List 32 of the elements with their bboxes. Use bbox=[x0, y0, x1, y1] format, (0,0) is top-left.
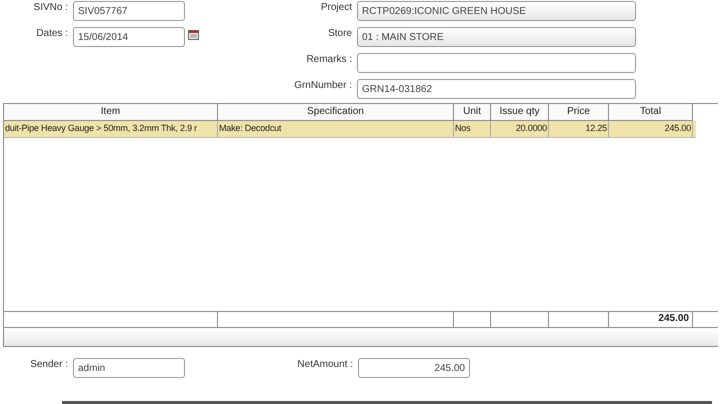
column-header[interactable]: Total bbox=[609, 104, 693, 121]
field-label: Remarks : bbox=[305, 54, 353, 65]
select-field[interactable]: 01 : MAIN STORE bbox=[357, 27, 636, 47]
field-label: Store bbox=[327, 28, 353, 39]
column-header[interactable]: Issue qty bbox=[491, 104, 549, 121]
text-field[interactable]: 245.00 bbox=[358, 358, 470, 378]
column-header[interactable]: Specification bbox=[218, 104, 454, 121]
total-cell: 245.00 bbox=[609, 312, 693, 327]
table-cell: duit-Pipe Heavy Gauge > 50mm, 3.2mm Thk, 2.9 r bbox=[4, 121, 218, 137]
select-field[interactable]: RCTP0269:ICONIC GREEN HOUSE bbox=[357, 1, 636, 21]
scrollbar[interactable] bbox=[62, 401, 712, 404]
field-label: SIVNo : bbox=[32, 2, 69, 13]
field-label: Sender : bbox=[29, 359, 69, 370]
column-header[interactable]: Item bbox=[4, 104, 218, 121]
text-field[interactable]: 15/06/2014 bbox=[73, 27, 185, 47]
table-cell: Make: Decodcut bbox=[218, 121, 454, 137]
text-field[interactable] bbox=[357, 53, 636, 73]
table-row[interactable]: duit-Pipe Heavy Gauge > 50mm, 3.2mm Thk, 2.9 r Make: Decodcut Nos 20.0000 12.25 245.00 bbox=[4, 121, 696, 138]
table-cell: 12.25 bbox=[549, 121, 609, 137]
field-label: Project bbox=[320, 2, 353, 13]
table-cell: Nos bbox=[454, 121, 491, 137]
text-field[interactable]: admin bbox=[73, 358, 185, 378]
text-field[interactable]: SIV057767 bbox=[73, 1, 185, 21]
column-header[interactable]: Price bbox=[549, 104, 609, 121]
column-header[interactable]: Unit bbox=[454, 104, 491, 121]
field-label: NetAmount : bbox=[296, 359, 354, 370]
table-cell: 245.00 bbox=[609, 121, 693, 137]
text-field[interactable]: GRN14-031862 bbox=[357, 79, 636, 99]
table-cell: 20.0000 bbox=[491, 121, 549, 137]
calendar-icon[interactable] bbox=[188, 30, 199, 40]
field-label: Dates : bbox=[35, 28, 69, 39]
field-label: GrnNumber : bbox=[293, 80, 353, 91]
